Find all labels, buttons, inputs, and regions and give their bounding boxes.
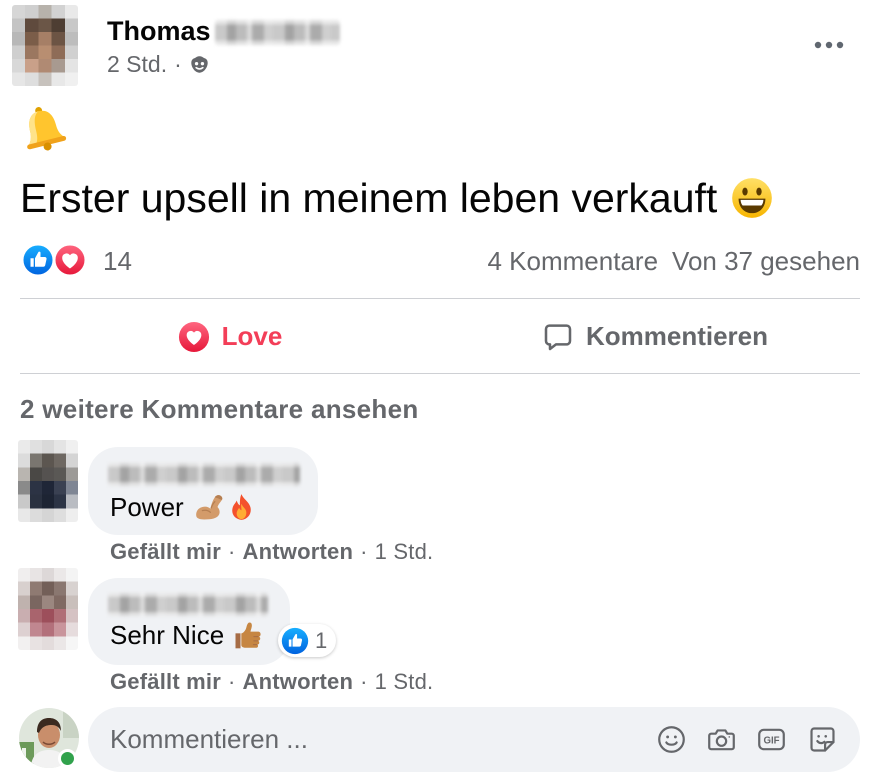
comment-reaction-count: 1 (315, 627, 328, 653)
gif-icon[interactable]: GIF (756, 724, 787, 755)
seen-count[interactable]: Von 37 gesehen (672, 247, 860, 275)
author-name[interactable]: Thomas (107, 16, 211, 46)
meta-separator: · (174, 51, 182, 77)
love-button[interactable]: Love (20, 301, 440, 372)
thumbs-up-emoji-icon (233, 620, 263, 650)
camera-icon[interactable] (706, 724, 737, 755)
comment-meta: Gefällt mir · Antworten · 1 Std. (110, 540, 433, 564)
comment-button[interactable]: Kommentieren (445, 301, 865, 372)
grinning-face-emoji-icon (731, 177, 773, 219)
meta-separator: · (360, 669, 368, 694)
comment-bubble: Sehr Nice (88, 578, 290, 665)
comment-label: Kommentieren (585, 321, 769, 351)
comment-input[interactable] (110, 707, 630, 772)
meta-separator: · (228, 539, 236, 564)
commenter-avatar[interactable] (18, 568, 78, 650)
post-meta: 2 Std. · (107, 51, 210, 77)
love-reaction-icon[interactable] (53, 243, 87, 277)
commenter-avatar[interactable] (18, 440, 78, 522)
sticker-icon[interactable] (807, 724, 838, 755)
comment-reaction-badge[interactable]: 1 (278, 624, 336, 657)
divider (20, 373, 860, 374)
comment-icon (542, 321, 574, 353)
comment-text-content: Power (110, 492, 184, 522)
author-avatar[interactable] (12, 5, 78, 86)
post-stats: 4 Kommentare Von 37 gesehen (488, 247, 861, 275)
comment-like-link[interactable]: Gefällt mir (110, 670, 221, 694)
more-options-button[interactable] (810, 32, 850, 58)
divider (20, 298, 860, 299)
love-icon (178, 321, 210, 353)
bell-emoji-icon (19, 103, 67, 153)
author-surname-redacted[interactable] (215, 20, 340, 45)
love-label: Love (221, 321, 283, 351)
post-text-content: Erster upsell in meinem leben verkauft (20, 175, 718, 221)
friends-audience-icon[interactable] (189, 54, 210, 75)
commenter-name-redacted[interactable] (108, 463, 300, 486)
meta-separator: · (228, 669, 236, 694)
comment-reply-link[interactable]: Antworten (243, 540, 354, 564)
flexed-biceps-emoji-icon (193, 491, 226, 523)
gif-icon-label: GIF (763, 735, 779, 746)
comment-time[interactable]: 1 Std. (375, 540, 434, 564)
comment-count[interactable]: 4 Kommentare (488, 247, 659, 275)
comment-text: Sehr Nice (110, 620, 263, 650)
commenter-name-redacted[interactable] (108, 593, 268, 616)
more-dots-icon (814, 41, 844, 49)
post-time[interactable]: 2 Std. (107, 51, 167, 77)
reaction-count[interactable]: 14 (103, 247, 132, 275)
comment-like-link[interactable]: Gefällt mir (110, 540, 221, 564)
online-status-dot (58, 749, 77, 768)
comment-meta: Gefällt mir · Antworten · 1 Std. (110, 670, 433, 694)
view-more-comments-link[interactable]: 2 weitere Kommentare ansehen (20, 394, 419, 424)
meta-separator: · (360, 539, 368, 564)
comment-text-content: Sehr Nice (110, 620, 225, 650)
like-reaction-icon (281, 627, 309, 655)
smiley-icon[interactable] (656, 724, 687, 755)
comment-reply-link[interactable]: Antworten (243, 670, 354, 694)
fire-emoji-icon (227, 491, 256, 523)
post-text: Erster upsell in meinem leben verkauft (20, 175, 773, 221)
like-reaction-icon[interactable] (21, 243, 55, 277)
comment-text: Power (110, 491, 256, 523)
comment-composer: GIF (88, 707, 860, 772)
comment-bubble: Power (88, 447, 318, 535)
comment-time[interactable]: 1 Std. (375, 670, 434, 694)
